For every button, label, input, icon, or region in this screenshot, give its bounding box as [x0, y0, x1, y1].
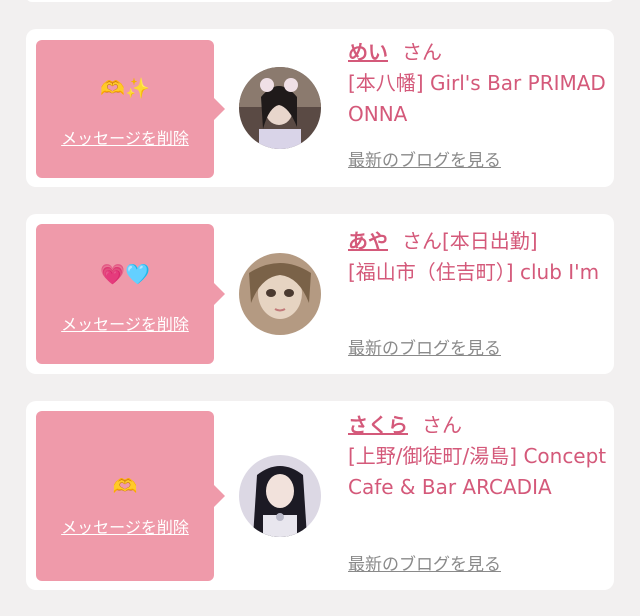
cast-info: あや さん[本日出勤] [福山市（住吉町）] club I'm [348, 226, 610, 288]
delete-message-link[interactable]: メッセージを削除 [36, 128, 214, 150]
cast-name-link[interactable]: あや [348, 229, 388, 253]
honorific: さん [402, 229, 442, 253]
latest-blog-link[interactable]: 最新のブログを見る [348, 554, 501, 576]
cast-info: さくら さん [上野/御徒町/湯島] Concept Cafe & Bar ARC… [348, 410, 610, 503]
favorite-card: 🫶 メッセージを削除 さくら さん [上野/御徒町/湯島] Concept Caf… [26, 401, 614, 590]
message-emoji: 💗🩵 [100, 262, 150, 286]
cast-name-link[interactable]: さくら [348, 413, 408, 437]
message-emoji: 🫶 [112, 474, 138, 498]
favorite-card: 💗🩵 メッセージを削除 あや さん[本日出勤] [福山市（住吉町）] club I… [26, 214, 614, 374]
name-line: めい さん [348, 37, 610, 68]
shop-name: [本八幡] Girl's Bar PRIMADONNA [348, 71, 606, 126]
message-emoji: 🫶✨ [100, 76, 150, 100]
delete-message-link[interactable]: メッセージを削除 [36, 314, 214, 336]
message-bubble: 🫶 メッセージを削除 [36, 411, 225, 581]
cast-name-link[interactable]: めい [348, 40, 388, 64]
avatar-photo [239, 253, 321, 335]
attendance-status: [本日出勤] [442, 229, 538, 253]
avatar-photo [239, 455, 321, 537]
avatar[interactable] [239, 253, 321, 335]
avatar-photo [239, 67, 321, 149]
latest-blog-link[interactable]: 最新のブログを見る [348, 150, 501, 172]
message-bubble: 💗🩵 メッセージを削除 [36, 224, 225, 364]
previous-card-edge [26, 0, 614, 2]
latest-blog-link[interactable]: 最新のブログを見る [348, 338, 501, 360]
cast-info: めい さん [本八幡] Girl's Bar PRIMADONNA [348, 37, 610, 130]
delete-message-link[interactable]: メッセージを削除 [36, 517, 214, 539]
message-bubble: 🫶✨ メッセージを削除 [36, 40, 225, 178]
shop-name: [上野/御徒町/湯島] Concept Cafe & Bar ARCADIA [348, 444, 607, 499]
name-line: さくら さん [348, 410, 610, 441]
honorific: さん [422, 413, 462, 437]
avatar[interactable] [239, 455, 321, 537]
honorific: さん [402, 40, 442, 64]
favorite-card: 🫶✨ メッセージを削除 めい さん [本八幡] Girl's Bar PRIMAD… [26, 29, 614, 187]
avatar[interactable] [239, 67, 321, 149]
name-line: あや さん[本日出勤] [348, 226, 610, 257]
shop-name: [福山市（住吉町）] club I'm [348, 260, 600, 284]
